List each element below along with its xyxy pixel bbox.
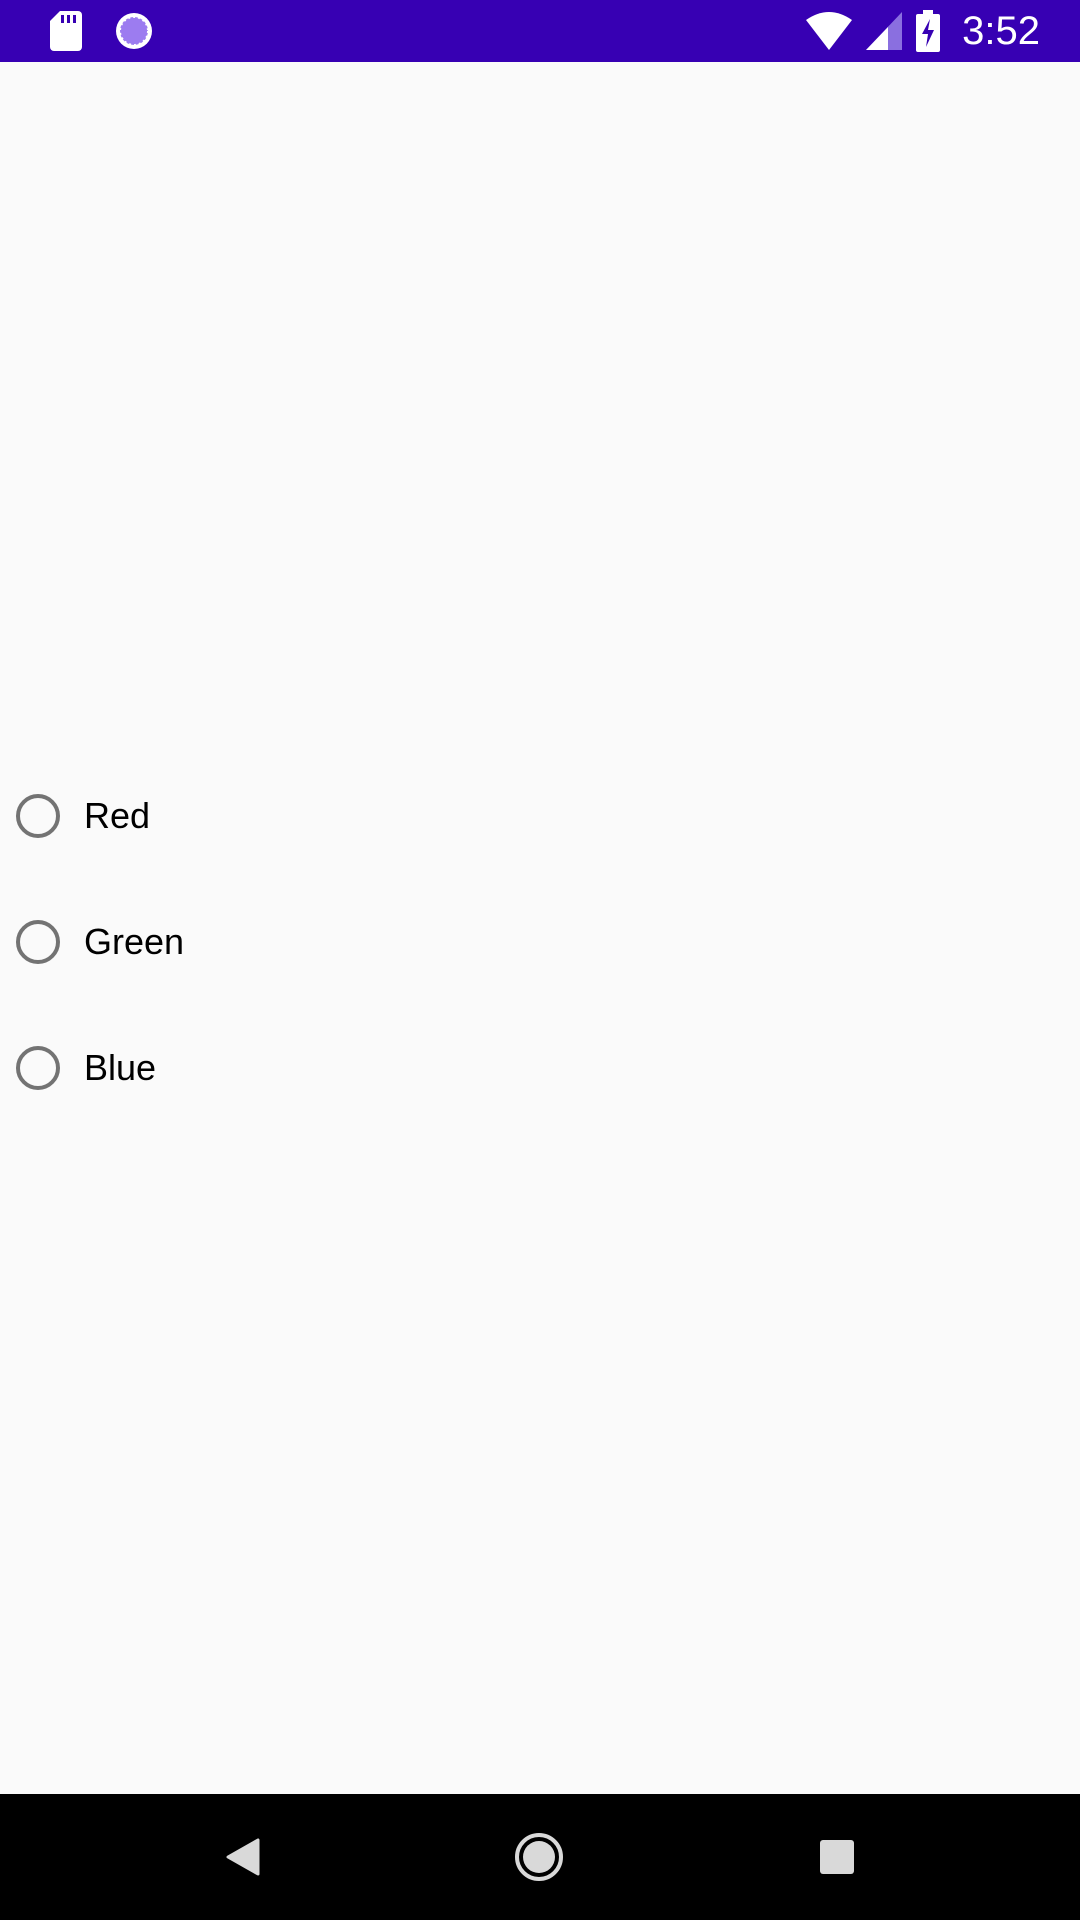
recents-button[interactable] — [807, 1827, 867, 1887]
radio-option-red[interactable]: Red — [14, 753, 1064, 879]
status-bar: 3:52 — [0, 0, 1080, 62]
app-screen: 3:52 Red Green Blue — [0, 0, 1080, 1920]
home-button[interactable] — [509, 1827, 569, 1887]
status-left-icons — [50, 10, 154, 52]
radio-button-green[interactable] — [16, 920, 60, 964]
radio-button-blue[interactable] — [16, 1046, 60, 1090]
back-icon — [224, 1838, 260, 1876]
navigation-bar — [0, 1794, 1080, 1920]
status-time: 3:52 — [962, 9, 1040, 53]
sync-icon — [114, 11, 154, 51]
radio-option-green[interactable]: Green — [14, 879, 1064, 1005]
radio-label-red: Red — [84, 795, 151, 836]
radio-label-green: Green — [84, 921, 185, 962]
battery-charging-icon — [916, 10, 941, 52]
recents-icon — [819, 1839, 855, 1875]
status-right-icons: 3:52 — [806, 6, 1040, 56]
sd-card-icon — [50, 11, 82, 51]
radio-option-blue[interactable]: Blue — [14, 1005, 1064, 1131]
radio-label-blue: Blue — [84, 1047, 157, 1088]
color-radio-group: Red Green Blue — [14, 753, 1064, 1131]
home-icon — [514, 1832, 564, 1882]
radio-button-red[interactable] — [16, 794, 60, 838]
back-button[interactable] — [212, 1827, 272, 1887]
wifi-icon — [806, 12, 853, 50]
cell-signal-icon — [866, 12, 903, 50]
